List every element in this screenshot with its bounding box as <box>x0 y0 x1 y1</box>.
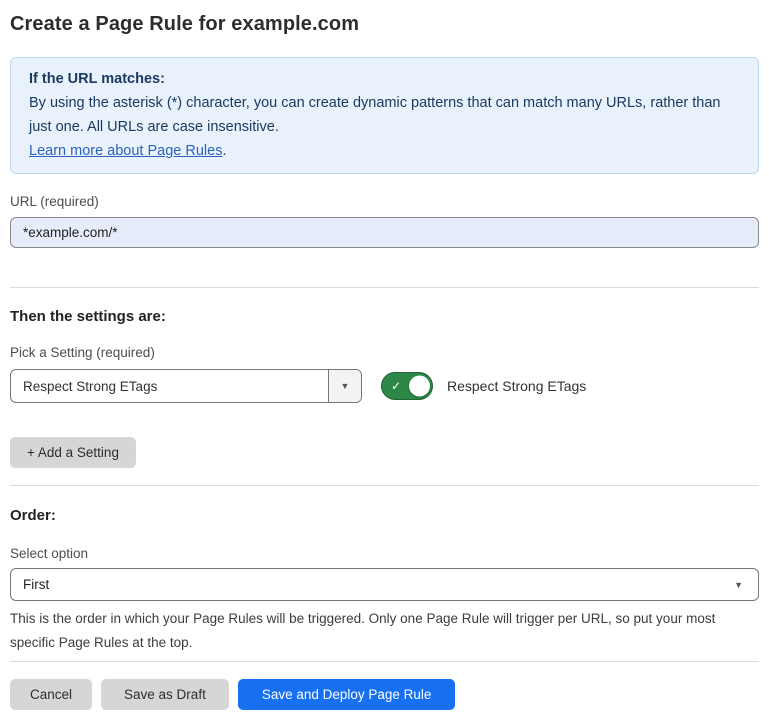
add-setting-button[interactable]: + Add a Setting <box>10 437 136 468</box>
pick-setting-label: Pick a Setting (required) <box>10 345 759 361</box>
divider <box>10 661 759 662</box>
check-icon: ✓ <box>391 380 401 392</box>
toggle-label: Respect Strong ETags <box>447 378 586 394</box>
footer-actions: Cancel Save as Draft Save and Deploy Pag… <box>10 679 759 710</box>
save-and-deploy-button[interactable]: Save and Deploy Page Rule <box>238 679 456 710</box>
order-select-value: First <box>23 577 49 592</box>
order-select[interactable]: First ▼ <box>10 568 759 601</box>
toggle-knob <box>409 376 430 397</box>
chevron-down-icon: ▼ <box>341 381 350 391</box>
info-box-heading: If the URL matches: <box>29 67 740 91</box>
divider <box>10 287 759 288</box>
etags-toggle[interactable]: ✓ <box>381 372 433 400</box>
setting-select-arrow-box[interactable]: ▼ <box>328 370 361 402</box>
cancel-button[interactable]: Cancel <box>10 679 92 710</box>
chevron-down-icon: ▼ <box>734 580 743 590</box>
url-input[interactable] <box>10 217 759 248</box>
learn-more-link[interactable]: Learn more about Page Rules <box>29 143 222 159</box>
info-box-body: By using the asterisk (*) character, you… <box>29 91 740 139</box>
order-help-text: This is the order in which your Page Rul… <box>10 607 759 655</box>
setting-select[interactable]: Respect Strong ETags ▼ <box>10 369 362 403</box>
create-page-rule-form: Create a Page Rule for example.com If th… <box>0 0 769 726</box>
divider <box>10 485 759 486</box>
page-title: Create a Page Rule for example.com <box>10 12 759 36</box>
setting-row: Respect Strong ETags ▼ ✓ Respect Strong … <box>10 369 759 403</box>
link-period: . <box>222 143 226 159</box>
settings-section-heading: Then the settings are: <box>10 308 759 326</box>
url-label: URL (required) <box>10 194 759 210</box>
order-section-heading: Order: <box>10 507 759 525</box>
save-as-draft-button[interactable]: Save as Draft <box>101 679 229 710</box>
order-select-label: Select option <box>10 546 759 562</box>
setting-select-value: Respect Strong ETags <box>11 370 328 402</box>
info-box-link-line: Learn more about Page Rules. <box>29 139 740 163</box>
url-match-info-box: If the URL matches: By using the asteris… <box>10 57 759 174</box>
